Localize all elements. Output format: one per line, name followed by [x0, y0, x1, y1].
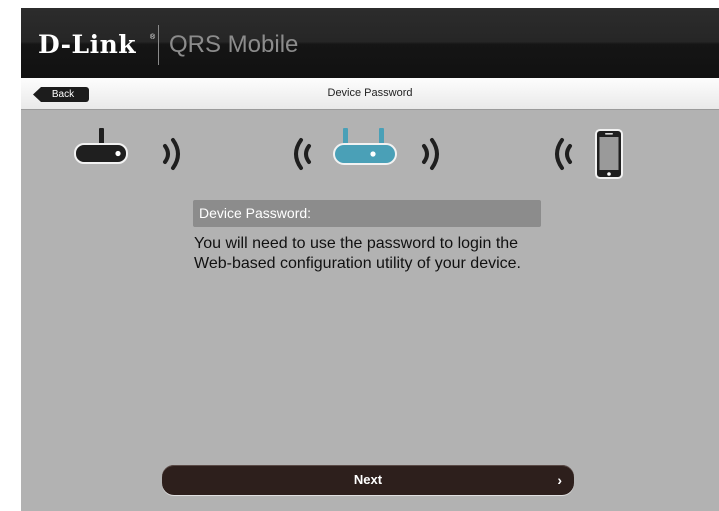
dlink-logo: D-Link — [38, 30, 137, 59]
next-label: Next — [353, 472, 383, 487]
app-name: QRS Mobile — [169, 31, 299, 58]
next-button[interactable]: Next › — [162, 465, 574, 495]
wifi-waves-right-icon — [163, 138, 180, 170]
registered-mark: ® — [150, 34, 156, 41]
app-frame: D-Link ® QRS Mobile Back Device Password — [21, 8, 719, 511]
wifi-waves-left-icon — [294, 138, 311, 170]
chevron-right-icon: › — [557, 472, 562, 488]
page-title: Device Password — [327, 87, 413, 99]
wifi-waves-left-icon — [555, 138, 572, 170]
description-text: You will need to use the password to log… — [194, 235, 521, 272]
header-divider — [158, 25, 159, 65]
router-icon — [333, 128, 397, 165]
section-header: Device Password: — [193, 200, 541, 227]
smartphone-icon — [595, 129, 623, 179]
modem-icon — [74, 128, 128, 164]
wifi-waves-right-icon — [422, 138, 439, 170]
navigation-bar: Back Device Password — [21, 78, 719, 110]
app-header: D-Link ® QRS Mobile — [21, 8, 719, 78]
